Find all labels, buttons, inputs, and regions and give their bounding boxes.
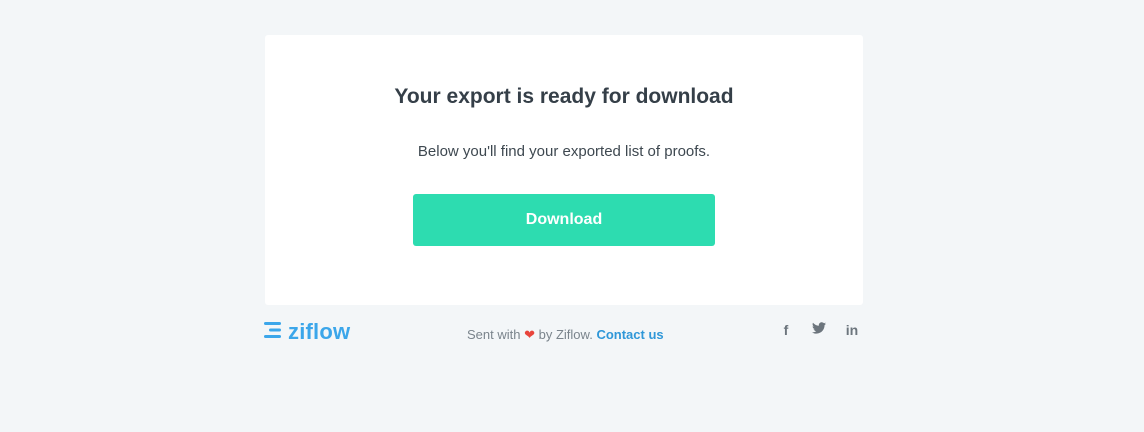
email-subtitle: Below you'll find your exported list of …: [417, 143, 711, 160]
contact-us-link[interactable]: Contact us: [596, 327, 663, 342]
by-ziflow-text: by Ziflow.: [538, 327, 593, 342]
export-card: Your export is ready for download Below …: [265, 35, 863, 305]
ziflow-logo-icon: [264, 321, 283, 344]
facebook-icon: f: [783, 322, 789, 338]
linkedin-icon: in: [845, 322, 859, 338]
linkedin-link[interactable]: in: [843, 321, 861, 339]
twitter-icon: [812, 321, 826, 339]
download-button[interactable]: Download: [413, 194, 715, 246]
heart-icon: ❤: [524, 327, 536, 342]
sent-with-text: Sent with: [467, 327, 521, 342]
ziflow-wordmark: ziflow: [288, 319, 351, 344]
ziflow-logo[interactable]: ziflow: [264, 319, 350, 345]
facebook-link[interactable]: f: [777, 321, 795, 339]
email-title: Your export is ready for download: [394, 85, 734, 108]
twitter-link[interactable]: [810, 321, 828, 339]
footer-credit: Sent with ❤ by Ziflow. Contact us: [467, 326, 664, 344]
